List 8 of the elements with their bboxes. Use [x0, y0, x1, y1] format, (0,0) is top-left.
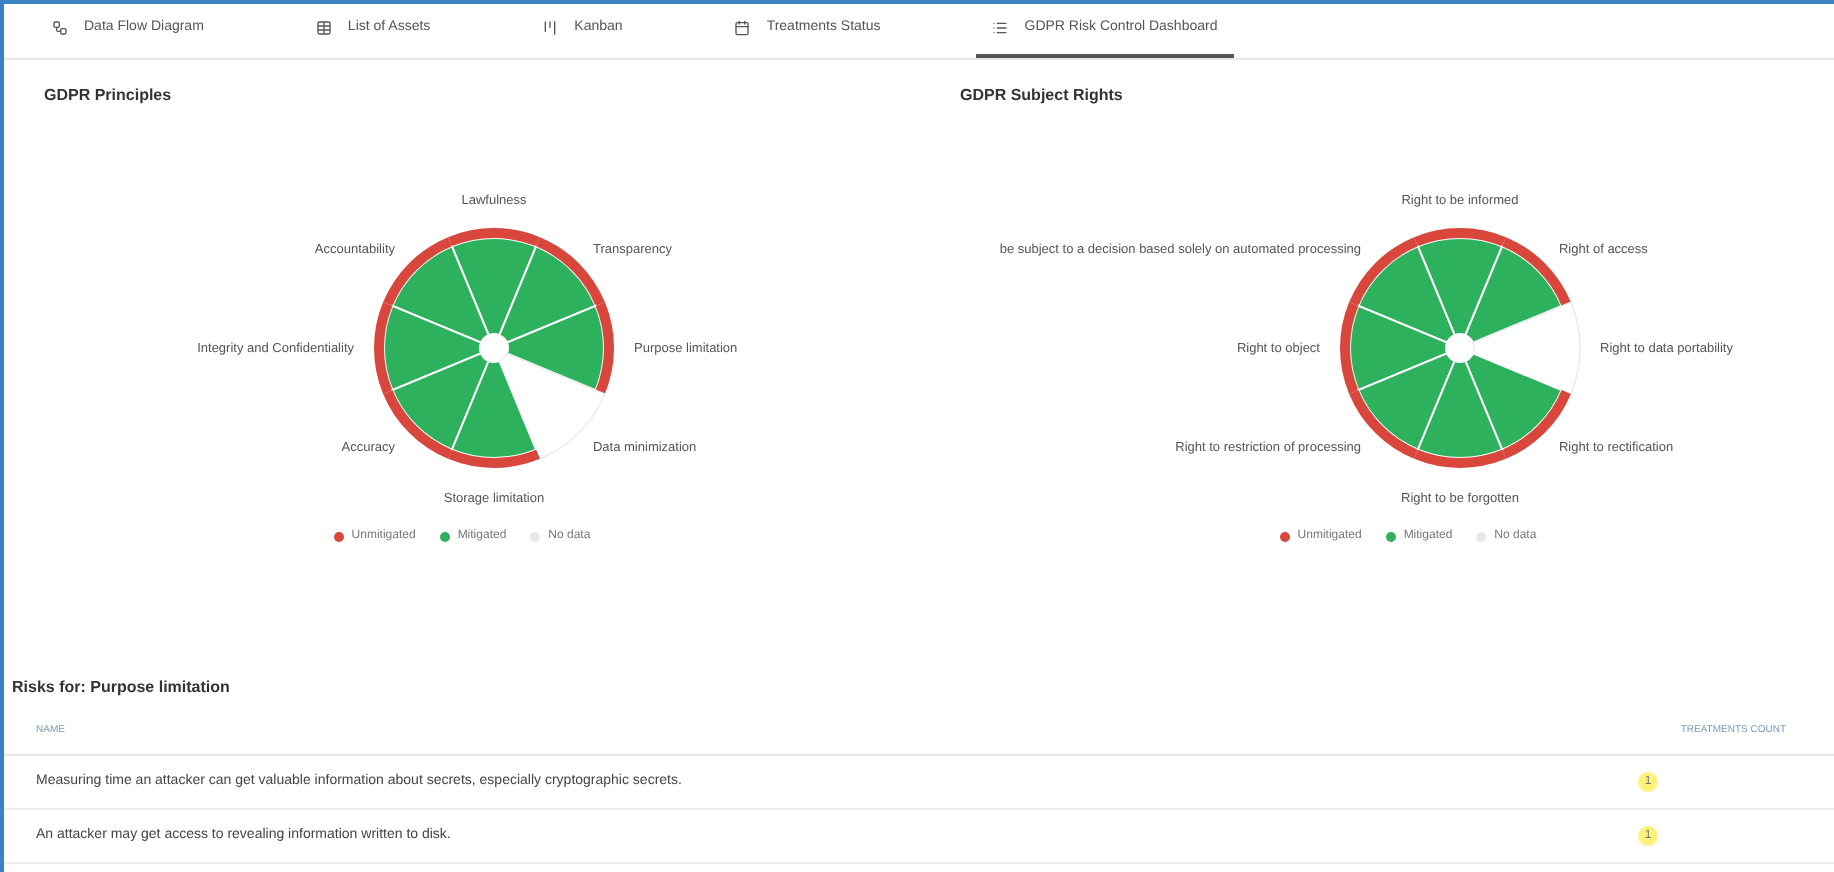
tab-icon — [315, 19, 332, 36]
chart-title: GDPR Principles — [42, 84, 174, 108]
chart-title: GDPR Subject Rights — [958, 84, 1125, 108]
tab-icon — [992, 19, 1009, 36]
tab-icon — [52, 19, 68, 36]
tab-icon — [734, 19, 751, 36]
section-title: Risks for: Purpose limitation — [10, 675, 232, 699]
tab-icon — [542, 19, 559, 36]
